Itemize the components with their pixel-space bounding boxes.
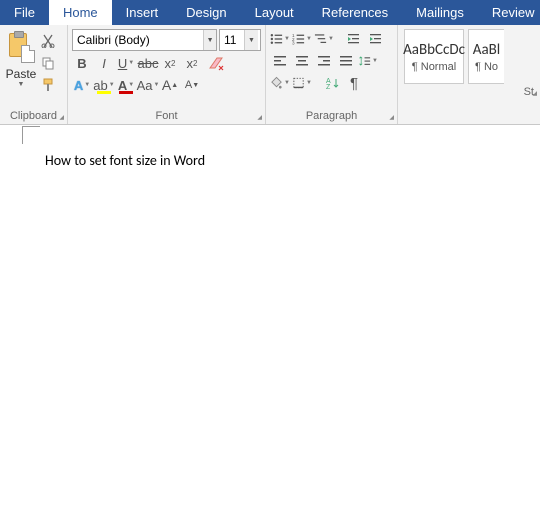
document-text[interactable]: How to set font size in Word xyxy=(45,152,205,169)
numbering-button[interactable]: 123▼ xyxy=(292,29,312,49)
show-hide-button[interactable]: ¶ xyxy=(344,73,364,93)
italic-button[interactable]: I xyxy=(94,53,114,73)
font-size-input[interactable] xyxy=(220,30,244,50)
tab-review[interactable]: Review xyxy=(478,0,540,25)
superscript-button[interactable]: x2 xyxy=(182,53,202,73)
bullets-button[interactable]: ▼ xyxy=(270,29,290,49)
decrease-indent-button[interactable] xyxy=(344,29,364,49)
text-effects-button[interactable]: A▼ xyxy=(72,75,92,95)
menu-bar: File Home Insert Design Layout Reference… xyxy=(0,0,540,25)
svg-text:3: 3 xyxy=(292,41,295,46)
style-no-spacing[interactable]: AaBl ¶ No xyxy=(468,29,504,84)
document-area[interactable]: How to set font size in Word xyxy=(0,125,540,520)
shrink-font-button[interactable]: A▼ xyxy=(182,75,202,95)
tab-file[interactable]: File xyxy=(0,0,49,25)
subscript-button[interactable]: x2 xyxy=(160,53,180,73)
font-group-label: Font xyxy=(68,108,265,124)
clipboard-group-label: Clipboard xyxy=(0,108,67,124)
ribbon: Paste ▼ Clipboard ▼ ▼ xyxy=(0,25,540,125)
cut-icon[interactable] xyxy=(40,33,56,49)
paragraph-group-label: Paragraph xyxy=(266,108,397,124)
style-sample: AaBl xyxy=(473,41,500,59)
clear-formatting-button[interactable] xyxy=(204,53,228,73)
chevron-down-icon[interactable]: ▼ xyxy=(203,30,216,50)
tab-layout[interactable]: Layout xyxy=(241,0,308,25)
font-size-combo[interactable]: ▼ xyxy=(219,29,261,51)
tab-home[interactable]: Home xyxy=(49,0,112,25)
borders-button[interactable]: ▼ xyxy=(292,73,312,93)
line-spacing-button[interactable]: ▼ xyxy=(358,51,378,71)
copy-icon[interactable] xyxy=(40,55,56,71)
strikethrough-button[interactable]: abc xyxy=(138,53,158,73)
styles-group-label: St xyxy=(398,84,540,100)
font-name-combo[interactable]: ▼ xyxy=(72,29,217,51)
underline-button[interactable]: U▼ xyxy=(116,53,136,73)
grow-font-button[interactable]: A▲ xyxy=(160,75,180,95)
svg-text:Z: Z xyxy=(326,84,331,90)
chevron-down-icon[interactable]: ▼ xyxy=(244,30,258,50)
justify-button[interactable] xyxy=(336,51,356,71)
tab-references[interactable]: References xyxy=(308,0,402,25)
tab-mailings[interactable]: Mailings xyxy=(402,0,478,25)
align-right-button[interactable] xyxy=(314,51,334,71)
align-center-button[interactable] xyxy=(292,51,312,71)
font-color-button[interactable]: A▼ xyxy=(116,75,136,95)
paste-icon xyxy=(7,31,35,63)
font-name-input[interactable] xyxy=(73,30,203,50)
tab-insert[interactable]: Insert xyxy=(112,0,173,25)
change-case-button[interactable]: Aa▼ xyxy=(138,75,158,95)
tab-design[interactable]: Design xyxy=(172,0,240,25)
format-painter-icon[interactable] xyxy=(40,77,56,93)
style-name: ¶ No xyxy=(475,61,498,73)
paste-button[interactable]: Paste xyxy=(6,67,37,81)
style-normal[interactable]: AaBbCcDc ¶ Normal xyxy=(404,29,464,84)
bold-button[interactable]: B xyxy=(72,53,92,73)
align-left-button[interactable] xyxy=(270,51,290,71)
increase-indent-button[interactable] xyxy=(366,29,386,49)
style-name: ¶ Normal xyxy=(412,61,456,73)
paste-dropdown[interactable]: ▼ xyxy=(18,81,25,88)
style-sample: AaBbCcDc xyxy=(403,41,465,59)
highlight-button[interactable]: ab▼ xyxy=(94,75,114,95)
sort-button[interactable]: AZ xyxy=(322,73,342,93)
page-corner xyxy=(22,126,40,144)
multilevel-list-button[interactable]: ▼ xyxy=(314,29,334,49)
shading-button[interactable]: ▼ xyxy=(270,73,290,93)
